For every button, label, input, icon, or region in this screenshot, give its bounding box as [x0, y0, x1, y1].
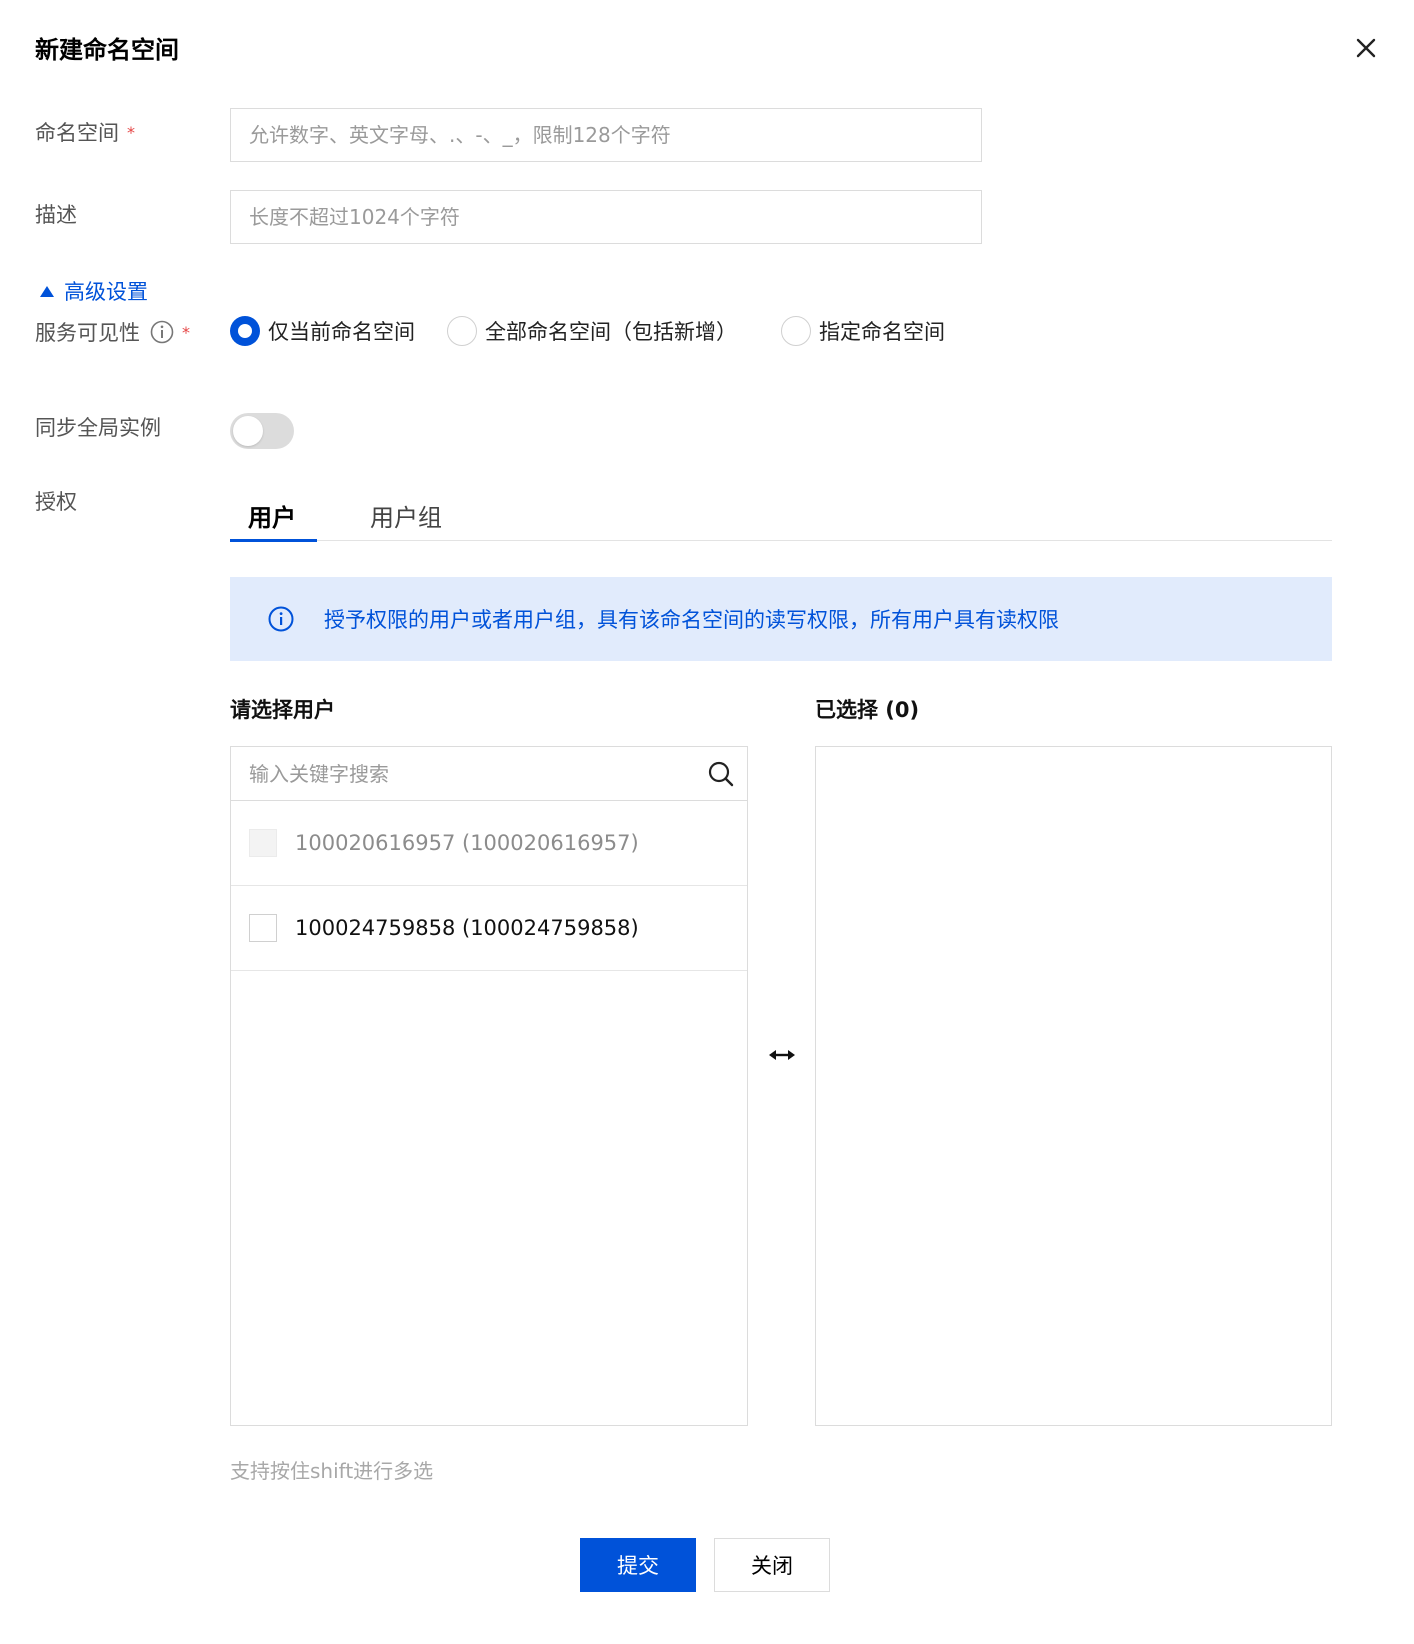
multi-select-hint: 支持按住shift进行多选 [230, 1459, 434, 1483]
user-option-label: 100020616957 (100020616957) [295, 831, 639, 855]
dialog-title: 新建命名空间 [35, 36, 179, 64]
auth-label: 授权 [35, 490, 77, 514]
radio-unchecked-icon [447, 316, 477, 346]
radio-label: 指定命名空间 [819, 320, 945, 344]
radio-label: 全部命名空间（包括新增） [485, 320, 737, 344]
radio-current-namespace[interactable]: 仅当前命名空间 [230, 316, 415, 346]
visibility-label-text: 服务可见性 [35, 321, 140, 345]
radio-label: 仅当前命名空间 [268, 320, 415, 344]
user-search-input[interactable] [231, 747, 747, 800]
source-list-title: 请选择用户 [230, 698, 335, 722]
checkbox[interactable] [249, 914, 277, 942]
switch-knob [233, 416, 263, 446]
alert-text: 授予权限的用户或者用户组，具有该命名空间的读写权限，所有用户具有读权限 [324, 608, 1059, 632]
list-item: 100020616957 (100020616957) [231, 801, 747, 886]
source-user-list: 100020616957 (100020616957) 100024759858… [230, 746, 748, 1426]
advanced-settings-label: 高级设置 [64, 280, 148, 304]
visibility-radio-group: 仅当前命名空间 全部命名空间（包括新增） 指定命名空间 [230, 316, 945, 346]
info-icon[interactable] [150, 320, 174, 344]
description-label: 描述 [35, 203, 77, 227]
search-row [231, 747, 747, 801]
required-mark: * [182, 323, 190, 342]
active-tab-indicator [230, 539, 317, 542]
namespace-label-text: 命名空间 [35, 121, 119, 145]
info-alert: 授予权限的用户或者用户组，具有该命名空间的读写权限，所有用户具有读权限 [230, 577, 1332, 661]
required-mark: * [127, 123, 135, 142]
submit-button[interactable]: 提交 [580, 1538, 696, 1592]
tab-user[interactable]: 用户 [248, 498, 296, 533]
namespace-label: 命名空间 * [35, 117, 135, 147]
search-icon[interactable] [707, 760, 735, 788]
info-icon [268, 606, 294, 632]
tab-user-group[interactable]: 用户组 [370, 498, 442, 533]
transfer-arrows-icon [769, 1050, 795, 1060]
auth-tabs: 用户 用户组 [230, 488, 1332, 542]
radio-all-namespaces[interactable]: 全部命名空间（包括新增） [447, 316, 737, 346]
triangle-up-icon [40, 285, 54, 297]
sync-global-switch[interactable] [230, 413, 294, 449]
advanced-settings-toggle[interactable]: 高级设置 [40, 276, 148, 306]
sync-global-label: 同步全局实例 [35, 416, 161, 440]
description-input[interactable] [230, 190, 982, 244]
radio-unchecked-icon [781, 316, 811, 346]
list-item[interactable]: 100024759858 (100024759858) [231, 886, 747, 971]
new-namespace-dialog: 新建命名空间 命名空间 * 描述 高级设置 服务可见性 * 仅当前命名空间 全部命… [0, 0, 1414, 1644]
checkbox-disabled [249, 829, 277, 857]
namespace-input[interactable] [230, 108, 982, 162]
radio-specified-namespace[interactable]: 指定命名空间 [781, 316, 945, 346]
visibility-label: 服务可见性 * [35, 317, 190, 347]
close-button[interactable]: 关闭 [714, 1538, 830, 1592]
close-icon[interactable] [1352, 34, 1380, 62]
selected-user-list [815, 746, 1332, 1426]
radio-checked-icon [230, 316, 260, 346]
selected-list-title: 已选择 (0) [815, 698, 920, 722]
user-option-label: 100024759858 (100024759858) [295, 916, 639, 940]
